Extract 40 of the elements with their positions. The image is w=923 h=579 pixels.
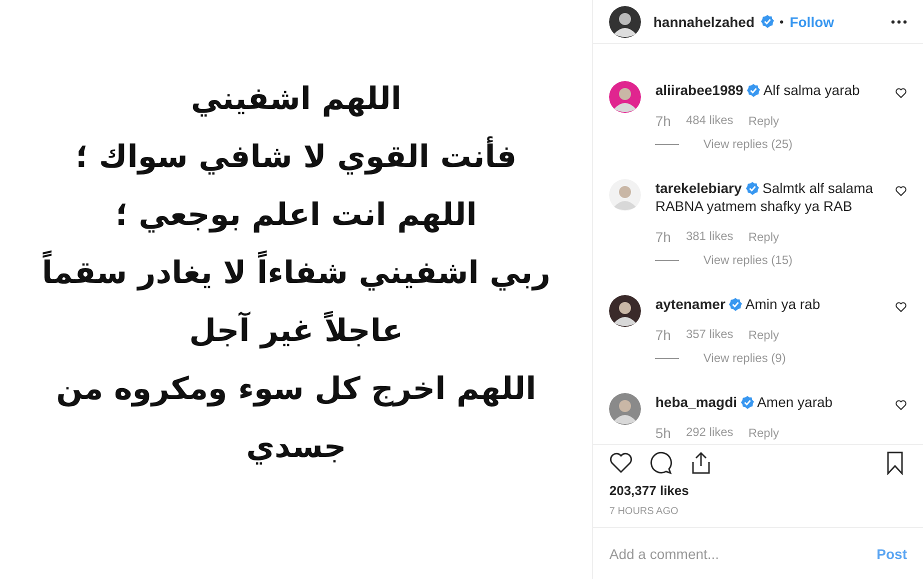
heart-icon[interactable] bbox=[895, 185, 907, 197]
comment-likes[interactable]: 484 likes bbox=[686, 113, 734, 129]
comment-likes[interactable]: 357 likes bbox=[686, 327, 734, 343]
avatar[interactable] bbox=[609, 6, 642, 38]
username[interactable]: hannahelzahed bbox=[653, 14, 754, 30]
follow-button[interactable]: Follow bbox=[790, 14, 834, 30]
reply-button[interactable]: Reply bbox=[748, 425, 779, 441]
comment-icon[interactable] bbox=[649, 451, 674, 475]
arabic-text-line: ربي اشفيني شفاءاً لا يغادر سقماً bbox=[42, 244, 550, 302]
comment-text: tarekelebiary Salmtk alf salama RABNA yatmem shafky ya RAB bbox=[655, 179, 874, 215]
comment-time: 7h bbox=[655, 113, 671, 129]
view-replies-button[interactable]: View replies (25) bbox=[703, 137, 793, 151]
comment-text: heba_magdi Amen yarab bbox=[655, 393, 834, 411]
arabic-text-line: جسدي bbox=[246, 428, 346, 467]
comment-time: 5h bbox=[655, 425, 671, 441]
arabic-text-line: اللهم اشفيني bbox=[190, 80, 402, 119]
comment-likes[interactable]: 292 likes bbox=[686, 425, 734, 441]
heart-icon[interactable] bbox=[895, 301, 907, 313]
arabic-text-line: فأنت القوي لا شافي سواك ؛ bbox=[76, 128, 517, 186]
arabic-text-line: اللهم اخرج كل سوء ومكروه من bbox=[56, 370, 536, 409]
heart-icon[interactable] bbox=[609, 451, 634, 475]
view-replies-button[interactable]: View replies (15) bbox=[703, 253, 793, 267]
more-options-icon[interactable] bbox=[891, 20, 907, 24]
view-replies-button[interactable]: View replies (9) bbox=[703, 351, 786, 365]
comment-time: 7h bbox=[655, 327, 671, 343]
reply-button[interactable]: Reply bbox=[748, 327, 779, 343]
post-time: 7 HOURS AGO bbox=[609, 506, 680, 517]
comment-likes[interactable]: 381 likes bbox=[686, 229, 734, 245]
reply-button[interactable]: Reply bbox=[748, 229, 779, 245]
heart-icon[interactable] bbox=[895, 87, 907, 99]
avatar[interactable] bbox=[609, 295, 642, 327]
arabic-text-line: اللهم انت اعلم بوجعي ؛ bbox=[115, 196, 477, 235]
likes-count[interactable]: 203,377 likes bbox=[609, 483, 907, 498]
heart-icon[interactable] bbox=[895, 399, 907, 411]
arabic-text-line: عاجلاً غير آجل bbox=[189, 310, 404, 351]
comment-text: aytenamer Amin ya rab bbox=[655, 295, 822, 313]
comment-time: 7h bbox=[655, 229, 671, 245]
comment-text: aliirabee1989 Alf salma yarab bbox=[655, 81, 861, 99]
reply-button[interactable]: Reply bbox=[748, 113, 779, 129]
separator: • bbox=[780, 14, 784, 28]
